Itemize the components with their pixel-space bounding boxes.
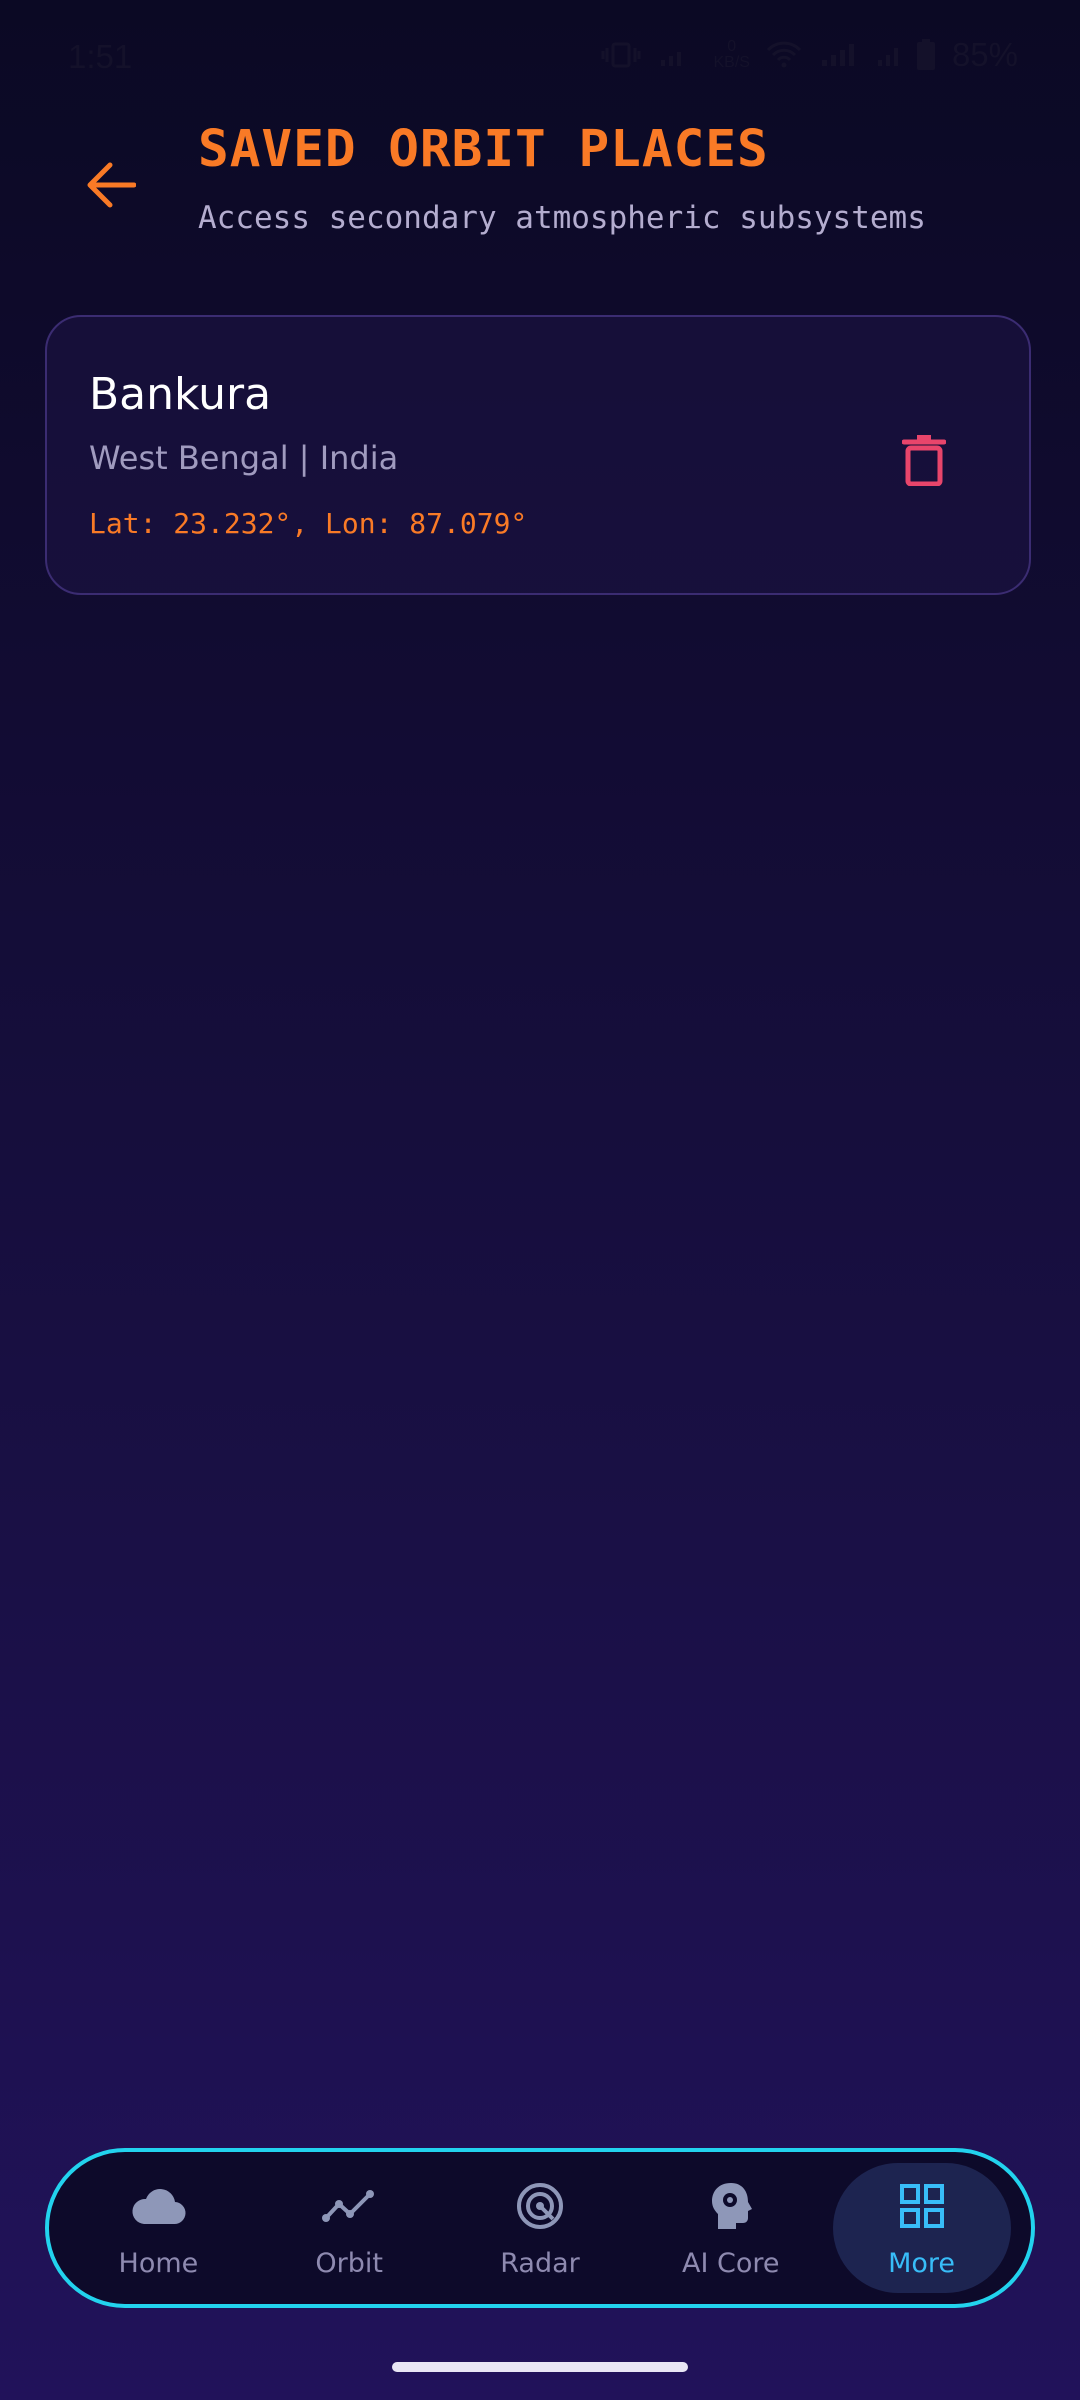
nav-label-more: More [888, 2247, 956, 2279]
cell-signal-icon [818, 40, 858, 70]
radar-icon [512, 2178, 568, 2234]
arrow-left-icon [84, 161, 137, 214]
status-bar: 1:51 0 KB/S 85% [0, 0, 1080, 115]
saved-place-card[interactable]: Bankura West Bengal | India Lat: 23.232°… [45, 315, 1031, 595]
back-button[interactable] [78, 155, 142, 219]
brain-gear-icon [703, 2178, 759, 2234]
bottom-navigation: Home Orbit Radar AI Core More [45, 2148, 1035, 2308]
place-region: West Bengal | India [89, 439, 399, 477]
trend-line-icon [321, 2178, 377, 2234]
nav-item-orbit[interactable]: Orbit [260, 2163, 438, 2293]
delete-place-button[interactable] [889, 427, 959, 497]
wifi-icon [766, 40, 802, 70]
nav-item-ai-core[interactable]: AI Core [642, 2163, 820, 2293]
network-speed: 0 KB/S [713, 39, 749, 71]
battery-icon [916, 39, 936, 71]
place-name: Bankura [89, 369, 272, 420]
vibrate-icon [601, 40, 641, 70]
place-coordinates: Lat: 23.232°, Lon: 87.079° [89, 507, 528, 540]
cloud-icon [130, 2178, 186, 2234]
nav-label-radar: Radar [500, 2247, 580, 2279]
grid-icon [894, 2178, 950, 2234]
page-title: SAVED ORBIT PLACES [198, 120, 769, 179]
home-indicator[interactable] [392, 2362, 688, 2372]
nav-item-home[interactable]: Home [69, 2163, 247, 2293]
page-subtitle: Access secondary atmospheric subsystems [198, 200, 926, 236]
battery-percent: 85% [951, 36, 1018, 73]
network-speed-unit: KB/S [713, 54, 750, 71]
sim-signal-icon [657, 40, 697, 70]
nav-item-radar[interactable]: Radar [451, 2163, 629, 2293]
nav-label-home: Home [118, 2247, 199, 2279]
cell-signal-2-icon [874, 40, 900, 70]
nav-label-ai-core: AI Core [682, 2247, 780, 2279]
status-time: 1:51 [68, 38, 133, 75]
network-speed-value: 0 [727, 38, 737, 55]
trash-icon [901, 434, 947, 491]
status-icons: 0 KB/S 85% [601, 36, 1018, 74]
nav-item-more[interactable]: More [832, 2163, 1011, 2293]
nav-label-orbit: Orbit [315, 2247, 383, 2279]
